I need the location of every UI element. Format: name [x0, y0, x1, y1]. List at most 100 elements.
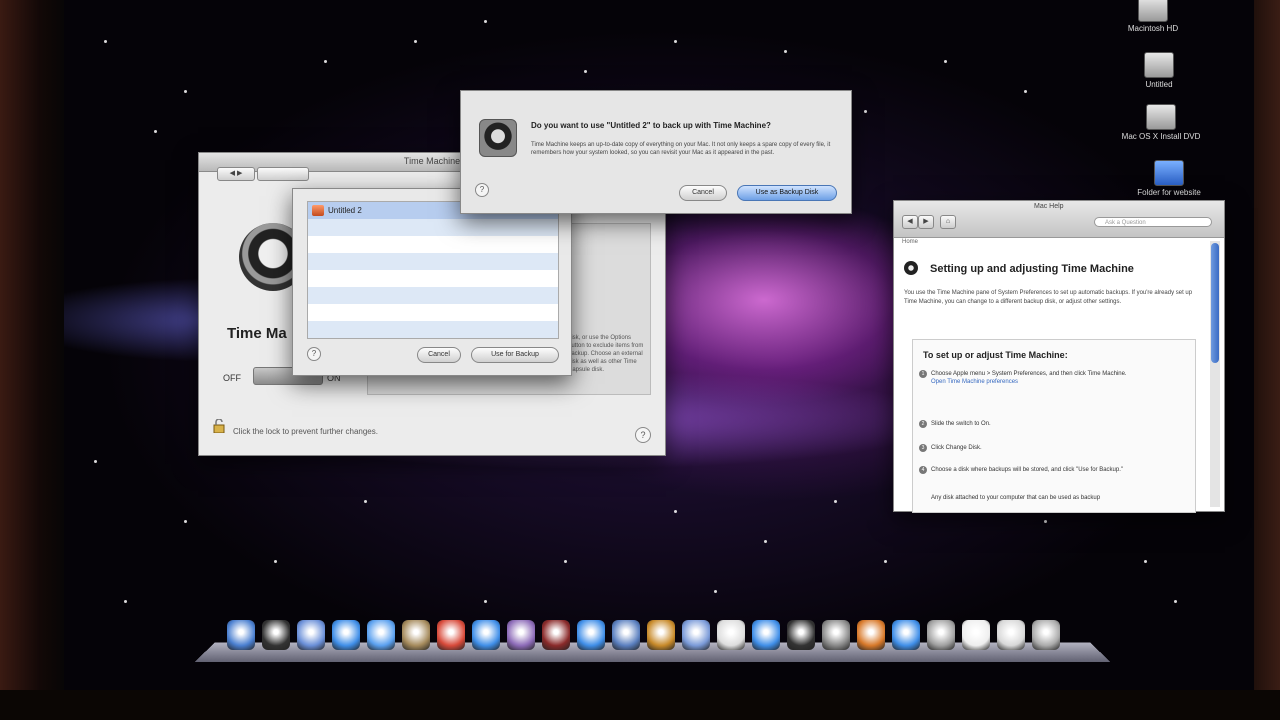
step-text: Any disk attached to your computer that …	[931, 495, 1101, 501]
dock-icon-network[interactable]	[892, 620, 920, 650]
step-number: 4	[919, 466, 927, 474]
star	[784, 50, 787, 53]
dock-icon-garage-band[interactable]	[647, 620, 675, 650]
dock	[194, 618, 1111, 668]
hard-drive-icon	[1138, 0, 1168, 22]
star	[274, 560, 277, 563]
dock-icon-safari[interactable]	[752, 620, 780, 650]
disk-row	[308, 304, 558, 321]
step-text: Click Change Disk.	[931, 445, 982, 451]
help-button[interactable]: ?	[307, 347, 321, 361]
star	[1044, 520, 1047, 523]
disk-row	[308, 253, 558, 270]
scrollbar[interactable]	[1210, 241, 1220, 507]
star	[154, 130, 157, 133]
dock-icon-address-book[interactable]	[402, 620, 430, 650]
help-button[interactable]: ?	[635, 427, 651, 443]
step-item: 2 Slide the switch to On.	[919, 420, 1189, 428]
breadcrumb[interactable]: Home	[902, 239, 918, 245]
desktop-icon-untitled[interactable]: Untitled	[1114, 52, 1204, 89]
dock-icon-ichat[interactable]	[367, 620, 395, 650]
dock-icon-finder[interactable]	[227, 620, 255, 650]
desktop-icon-folder[interactable]: Folder for website	[1124, 160, 1214, 197]
step-item: 4 Choose a disk where backups will be sto…	[919, 466, 1189, 474]
lock-icon[interactable]	[213, 419, 225, 433]
help-intro: You use the Time Machine pane of System …	[904, 290, 1193, 305]
dvd-icon	[1146, 104, 1176, 130]
help-button[interactable]: ?	[475, 183, 489, 197]
use-as-backup-disk-button[interactable]: Use as Backup Disk	[737, 185, 837, 201]
desktop-icon-label: Mac OS X Install DVD	[1121, 132, 1201, 141]
dock-icon-safari[interactable]	[332, 620, 360, 650]
dock-icon-ical[interactable]	[437, 620, 465, 650]
dock-icon-itunes[interactable]	[507, 620, 535, 650]
window-title: Mac Help	[1034, 203, 1064, 210]
hard-drive-icon	[1144, 52, 1174, 78]
use-for-backup-button[interactable]: Use for Backup	[471, 347, 559, 363]
dock-icon-mail[interactable]	[297, 620, 325, 650]
step-item: 1 Choose Apple menu > System Preferences,…	[919, 370, 1189, 386]
dock-icon-iphoto[interactable]	[682, 620, 710, 650]
star	[184, 90, 187, 93]
dock-icon-firefox[interactable]	[857, 620, 885, 650]
home-button[interactable]: ⌂	[940, 215, 956, 229]
open-preferences-link[interactable]: Open Time Machine preferences	[931, 379, 1018, 385]
dock-icon-calendar[interactable]	[717, 620, 745, 650]
dock-icon-documents[interactable]	[962, 620, 990, 650]
panel-description: disk, or use the Options button to exclu…	[568, 335, 644, 373]
star	[364, 500, 367, 503]
star	[584, 70, 587, 73]
star	[864, 110, 867, 113]
dock-icon-spaces[interactable]	[612, 620, 640, 650]
step-text: Slide the switch to On.	[931, 421, 991, 427]
back-button[interactable]: ◀	[902, 215, 918, 229]
disk-list[interactable]: Untitled 2	[307, 201, 559, 339]
desktop-icon-label: Folder for website	[1137, 188, 1201, 197]
step-text: Choose Apple menu > System Preferences, …	[931, 371, 1127, 377]
star	[324, 60, 327, 63]
star	[564, 560, 567, 563]
steps-box: To set up or adjust Time Machine: 1 Choos…	[912, 339, 1196, 513]
dock-icon-trash[interactable]	[1032, 620, 1060, 650]
star	[104, 40, 107, 43]
dock-icon-system-preferences[interactable]	[822, 620, 850, 650]
step-number: 3	[919, 444, 927, 452]
show-all-button[interactable]	[257, 167, 309, 181]
show-all-back-button[interactable]: ◀ ▶	[217, 167, 255, 181]
scrollbar-thumb[interactable]	[1211, 243, 1219, 363]
monitor-chin	[0, 690, 1280, 720]
dock-icon-time-machine[interactable]	[577, 620, 605, 650]
step-item: 3 Click Change Disk.	[919, 444, 1189, 452]
disk-row	[308, 219, 558, 236]
star	[714, 590, 717, 593]
cancel-button[interactable]: Cancel	[679, 185, 727, 201]
star	[94, 460, 97, 463]
disk-row	[308, 270, 558, 287]
desktop-icon-label: Untitled	[1145, 80, 1173, 89]
star	[884, 560, 887, 563]
desktop-icon-macintosh-hd[interactable]: Macintosh HD	[1108, 0, 1198, 33]
dock-icon-dashboard[interactable]	[262, 620, 290, 650]
confirm-backup-dialog: Do you want to use "Untitled 2" to back …	[460, 90, 852, 214]
disk-row	[308, 321, 558, 338]
dock-icon-preview[interactable]	[472, 620, 500, 650]
star	[184, 520, 187, 523]
forward-button[interactable]: ▶	[918, 215, 934, 229]
time-machine-icon	[904, 261, 918, 275]
step-item: Any disk attached to your computer that …	[919, 494, 1189, 502]
help-toolbar: Mac Help ◀ ▶ ⌂ Ask a Question	[894, 201, 1224, 238]
desktop-icon-install-dvd[interactable]: Mac OS X Install DVD	[1116, 104, 1206, 141]
cancel-button[interactable]: Cancel	[417, 347, 461, 363]
dock-icon-terminal[interactable]	[787, 620, 815, 650]
help-search-field[interactable]: Ask a Question	[1094, 217, 1212, 227]
desktop-icon-label: Macintosh HD	[1127, 24, 1179, 33]
external-drive-icon	[312, 205, 324, 216]
dock-icon-downloads[interactable]	[997, 620, 1025, 650]
dock-icon-utilities[interactable]	[927, 620, 955, 650]
dialog-detail: Time Machine keeps an up-to-date copy of…	[531, 142, 831, 156]
dock-icon-photo-booth[interactable]	[542, 620, 570, 650]
disk-row	[308, 287, 558, 304]
star	[674, 40, 677, 43]
star	[484, 600, 487, 603]
steps-heading: To set up or adjust Time Machine:	[923, 350, 1068, 360]
